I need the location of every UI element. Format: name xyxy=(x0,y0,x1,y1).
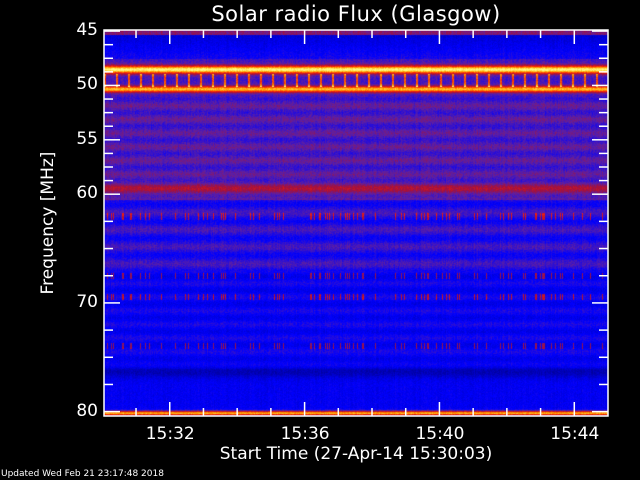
x-tick-label: 15:36 xyxy=(280,424,330,444)
plot-frame xyxy=(103,29,609,417)
x-tick-label: 15:40 xyxy=(415,424,465,444)
x-tick-label: 15:44 xyxy=(550,424,600,444)
y-axis-label: Frequency [MHz] xyxy=(38,151,58,295)
y-tick-label: 60 xyxy=(76,183,98,204)
spectrogram-figure: Solar radio Flux (Glasgow) 45 50 55 60 70 80 1… xyxy=(0,0,640,480)
y-tick-label: 55 xyxy=(76,128,98,149)
x-tick-label: 15:32 xyxy=(145,424,195,444)
y-tick-label: 45 xyxy=(76,20,98,41)
y-tick-label: 80 xyxy=(76,400,98,421)
y-tick-label: 50 xyxy=(76,74,98,95)
x-axis-label: Start Time (27-Apr-14 15:30:03) xyxy=(219,444,493,464)
updated-timestamp: Updated Wed Feb 21 23:17:48 2018 xyxy=(1,469,164,479)
y-tick-label: 70 xyxy=(76,291,98,312)
